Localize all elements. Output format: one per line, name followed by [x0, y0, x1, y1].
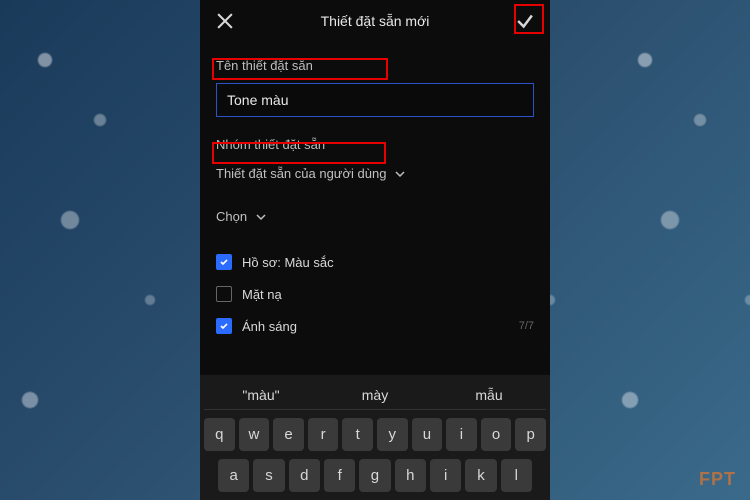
key[interactable]: l [501, 459, 532, 492]
suggestion[interactable]: mẫu [432, 387, 546, 403]
chevron-down-icon [255, 211, 267, 223]
suggestion[interactable]: mày [318, 387, 432, 403]
close-icon[interactable] [214, 10, 236, 32]
checkbox-mask[interactable]: Mặt nạ [216, 278, 534, 310]
checkbox-label: Hồ sơ: Màu sắc [242, 255, 334, 270]
suggestion-row: "màu" mày mẫu [204, 381, 546, 410]
dropdown-value: Thiết đặt sẵn của người dùng [216, 166, 386, 181]
checkbox-icon [216, 254, 232, 270]
key-row-1: q w e r t y u i o p [204, 418, 546, 451]
key-row-2: a s d f g h i k l [204, 459, 546, 492]
keyboard: "màu" mày mẫu q w e r t y u i o p a s d … [200, 375, 550, 500]
checkbox-icon [216, 286, 232, 302]
modal-content: Tên thiết đặt sẵn Nhóm thiết đặt sẵn Thi… [200, 42, 550, 352]
confirm-icon[interactable] [514, 10, 536, 32]
checkbox-icon [216, 318, 232, 334]
preset-name-input[interactable] [216, 83, 534, 117]
chevron-down-icon [394, 168, 406, 180]
key[interactable]: o [481, 418, 512, 451]
key[interactable]: r [308, 418, 339, 451]
select-dropdown[interactable]: Chọn [216, 201, 534, 232]
checkbox-profile-color[interactable]: Hồ sơ: Màu sắc [216, 246, 534, 278]
checkbox-light[interactable]: Ánh sáng 7/7 [216, 310, 534, 342]
suggestion[interactable]: "màu" [204, 387, 318, 403]
key[interactable]: p [515, 418, 546, 451]
checkbox-label: Mặt nạ [242, 287, 282, 302]
preset-group-label: Nhóm thiết đặt sẵn [216, 131, 534, 158]
key[interactable]: h [395, 459, 426, 492]
key[interactable]: u [412, 418, 443, 451]
preset-modal: Thiết đặt sẵn mới Tên thiết đặt sẵn Nhóm… [200, 0, 550, 500]
modal-title: Thiết đặt sẵn mới [236, 13, 514, 29]
key[interactable]: e [273, 418, 304, 451]
preset-name-label: Tên thiết đặt sẵn [216, 52, 534, 79]
select-label: Chọn [216, 209, 247, 224]
key[interactable]: f [324, 459, 355, 492]
key[interactable]: y [377, 418, 408, 451]
key[interactable]: a [218, 459, 249, 492]
key[interactable]: s [253, 459, 284, 492]
key[interactable]: i [430, 459, 461, 492]
modal-header: Thiết đặt sẵn mới [200, 0, 550, 42]
key[interactable]: t [342, 418, 373, 451]
watermark: FPT [699, 469, 736, 490]
key[interactable]: g [359, 459, 390, 492]
key[interactable]: i [446, 418, 477, 451]
key[interactable]: d [289, 459, 320, 492]
preset-group-dropdown[interactable]: Thiết đặt sẵn của người dùng [216, 158, 534, 189]
key[interactable]: w [239, 418, 270, 451]
key[interactable]: k [465, 459, 496, 492]
key[interactable]: q [204, 418, 235, 451]
checkbox-counter: 7/7 [519, 320, 534, 332]
checkbox-label: Ánh sáng [242, 319, 297, 334]
